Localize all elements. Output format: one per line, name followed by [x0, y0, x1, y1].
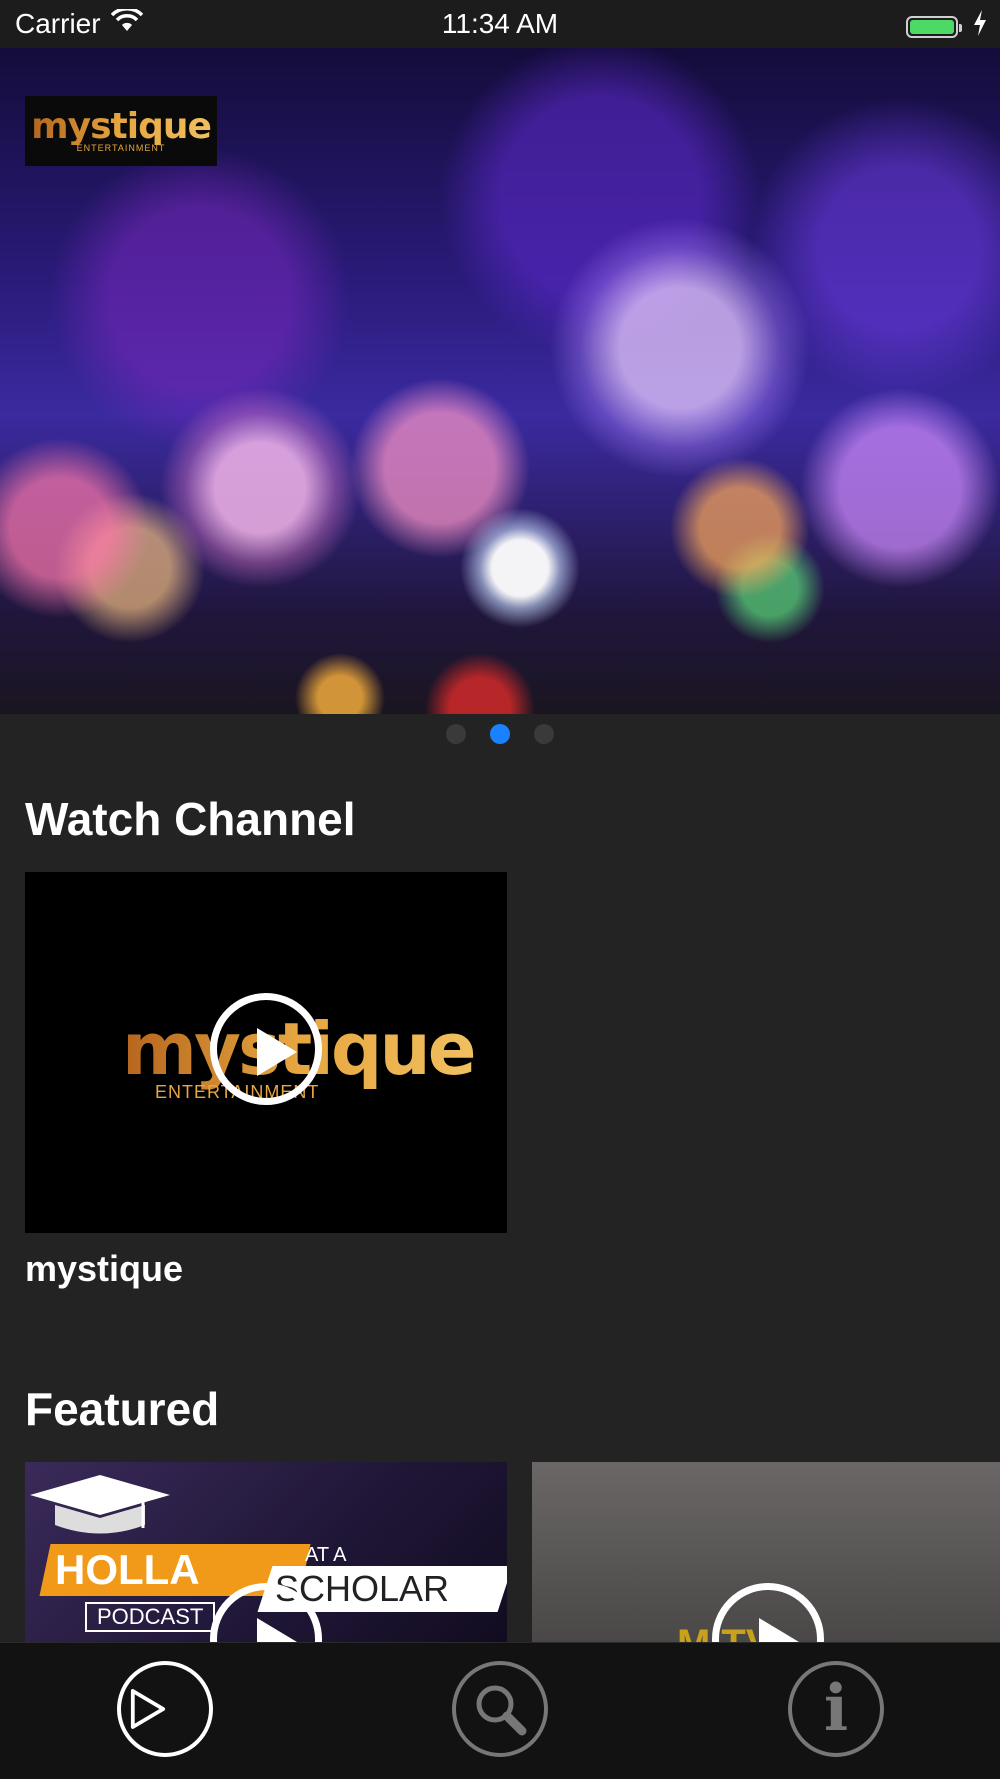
section-title-watch-channel: Watch Channel	[25, 793, 356, 845]
graduation-cap-icon	[30, 1475, 170, 1534]
play-icon[interactable]	[210, 993, 322, 1105]
tab-bar: i	[0, 1642, 1000, 1779]
channel-card-title[interactable]: mystique	[25, 1248, 183, 1290]
section-title-featured: Featured	[25, 1383, 220, 1435]
page-dot-1[interactable]	[446, 724, 466, 744]
clock: 11:34 AM	[441, 8, 559, 39]
charging-bolt-icon	[972, 10, 988, 43]
battery-icon	[906, 15, 962, 38]
play-icon	[130, 1689, 166, 1729]
info-icon: i	[823, 1671, 849, 1746]
logo-subtitle: ENTERTAINMENT	[76, 143, 166, 153]
channel-card[interactable]: mystique ENTERTAINMENT	[25, 872, 507, 1233]
tab-search[interactable]	[452, 1661, 548, 1757]
carousel-page-indicator[interactable]	[0, 724, 1000, 744]
featured-title-at-a: AT A	[305, 1544, 347, 1566]
featured-card-holla-at-a-scholar[interactable]: HOLLA AT A SCHOLAR PODCAST	[25, 1462, 507, 1642]
featured-card-m-tv[interactable]: M TV	[532, 1462, 1000, 1642]
search-icon	[476, 1685, 527, 1736]
page-dot-2[interactable]	[490, 724, 510, 744]
tab-info[interactable]: i	[788, 1661, 884, 1757]
tab-play[interactable]	[117, 1661, 213, 1757]
featured-title-holla: HOLLA	[55, 1546, 200, 1593]
hero-carousel[interactable]: mystique ENTERTAINMENT	[0, 48, 1000, 714]
status-right	[906, 10, 988, 43]
featured-subtitle-podcast: PODCAST	[85, 1602, 216, 1632]
logo-wordmark: mystique	[31, 106, 212, 147]
play-icon[interactable]	[712, 1583, 824, 1642]
brand-logo: mystique ENTERTAINMENT	[25, 96, 217, 166]
status-bar: Carrier 11:34 AM	[0, 0, 1000, 48]
page-dot-3[interactable]	[534, 724, 554, 744]
